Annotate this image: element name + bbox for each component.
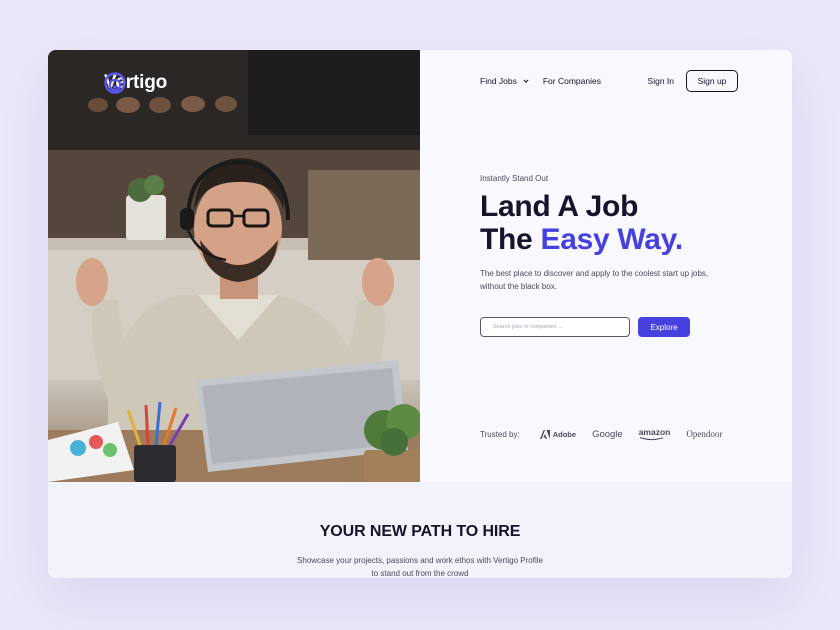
adobe-icon <box>539 429 550 439</box>
amazon-smile-icon <box>639 437 663 441</box>
hero-photo-illustration <box>48 50 420 482</box>
hero-image: Vertigo <box>48 50 420 482</box>
hero-description-line-2: without the black box. <box>480 282 557 291</box>
chevron-down-icon <box>523 79 529 83</box>
hero-headline: Land A Job The Easy Way. <box>480 190 683 256</box>
headline-line-2-prefix: The <box>480 223 541 256</box>
brand-logo[interactable]: Vertigo <box>104 72 167 94</box>
headline-line-1: Land A Job <box>480 190 639 223</box>
headline-line-2: The Easy Way. <box>480 223 683 256</box>
nav-find-jobs-label: Find Jobs <box>480 76 517 86</box>
headline-accent: Easy Way. <box>540 223 683 256</box>
path-to-hire-section: YOUR NEW PATH TO HIRE Showcase your proj… <box>48 482 792 578</box>
section-description-line-2: to stand out from the crowd <box>371 569 469 578</box>
job-search-input[interactable] <box>480 317 630 337</box>
section-title: YOUR NEW PATH TO HIRE <box>319 523 521 540</box>
hero-content: Find Jobs For Companies Sign In Sign up … <box>420 50 792 482</box>
nav-for-companies-label: For Companies <box>542 76 601 86</box>
brand-amazon-text: amazon <box>638 427 671 437</box>
landing-card: Vertigo Find Jobs For Companies Sign In … <box>48 50 792 578</box>
hero-description: The best place to discover and apply to … <box>480 267 730 293</box>
brand-logo-adobe: Adobe <box>539 429 577 439</box>
section-description-line-1: Showcase your projects, passions and wor… <box>297 556 543 565</box>
section-description: Showcase your projects, passions and wor… <box>48 554 792 578</box>
sign-up-button[interactable]: Sign up <box>686 70 738 92</box>
vertigo-swirl-icon <box>104 72 126 94</box>
hero-description-line-1: The best place to discover and apply to … <box>480 269 709 278</box>
brand-logo-google: Google <box>592 428 623 440</box>
sign-in-link[interactable]: Sign In <box>648 76 674 86</box>
explore-button[interactable]: Explore <box>638 317 690 337</box>
trusted-by-row: Trusted by: Adobe Google amazon Opendoor <box>480 427 738 441</box>
hero-eyebrow: Instantly Stand Out <box>480 174 549 183</box>
top-nav: Find Jobs For Companies Sign In Sign up <box>480 70 738 92</box>
brand-logo-opendoor: Opendoor <box>686 429 723 439</box>
nav-find-jobs[interactable]: Find Jobs <box>480 76 529 86</box>
trusted-by-label: Trusted by: <box>480 429 520 439</box>
brand-logo-amazon: amazon <box>638 427 671 441</box>
brand-adobe-text: Adobe <box>552 429 577 439</box>
nav-for-companies[interactable]: For Companies <box>543 76 601 86</box>
